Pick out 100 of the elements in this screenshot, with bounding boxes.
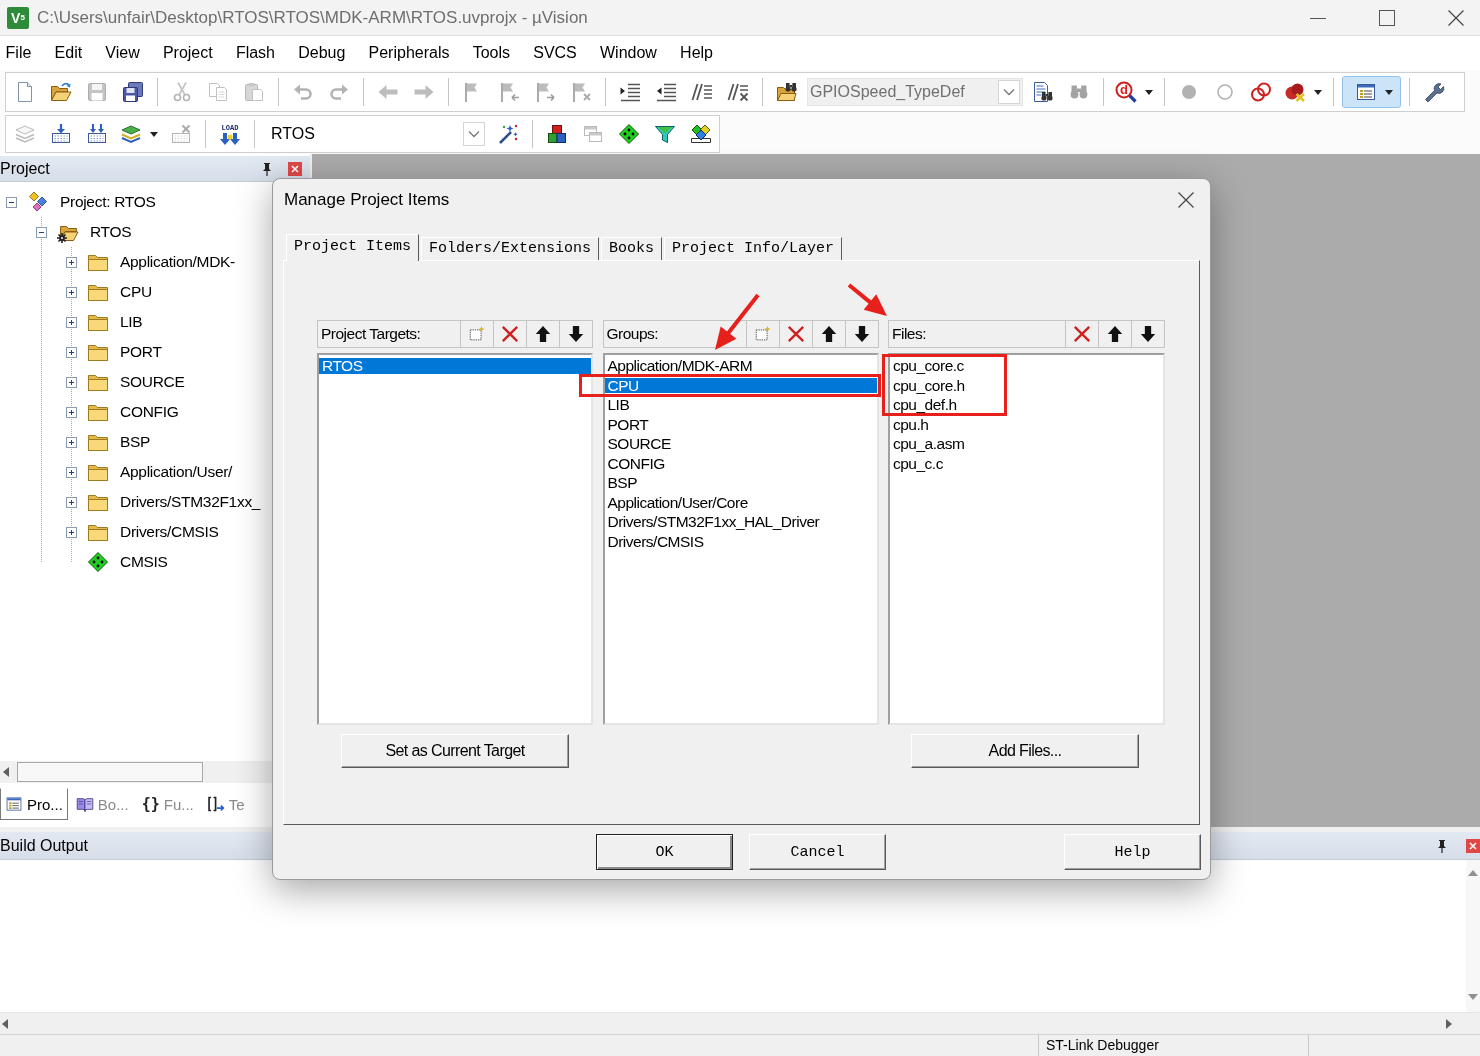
- minus-box-icon[interactable]: [5, 196, 17, 208]
- tab[interactable]: Folders/Extensions: [421, 237, 600, 260]
- list-item[interactable]: cpu.h: [890, 416, 931, 432]
- stacked-floppy-icon[interactable]: [122, 81, 144, 103]
- menu-item[interactable]: Debug: [286, 44, 357, 62]
- minus-box-icon[interactable]: [35, 226, 47, 238]
- close-icon[interactable]: [288, 161, 302, 176]
- left-triangle-icon[interactable]: [2, 1018, 8, 1029]
- wrench-icon[interactable]: [1423, 81, 1445, 103]
- list-item[interactable]: CPU: [604, 377, 877, 393]
- caret-icon[interactable]: [1385, 89, 1393, 95]
- tree-item[interactable]: Drivers/STM32F1xx_: [120, 493, 261, 511]
- tree-item[interactable]: RTOS: [90, 223, 132, 241]
- dialog-button[interactable]: Cancel: [749, 834, 886, 870]
- menu-item[interactable]: View: [93, 44, 152, 62]
- open-folder-icon[interactable]: [50, 81, 72, 103]
- list-item[interactable]: cpu_core.c: [890, 358, 966, 374]
- uncomment-slashes-icon[interactable]: [727, 81, 749, 103]
- dialog-button[interactable]: OK: [596, 834, 733, 870]
- double-circle-icon[interactable]: [1250, 81, 1272, 103]
- list-item[interactable]: RTOS: [319, 358, 591, 374]
- dialog-button[interactable]: Help: [1064, 834, 1201, 870]
- action-button[interactable]: Add Files...: [911, 734, 1139, 768]
- plus-box-icon[interactable]: [65, 286, 77, 298]
- left-triangle-icon[interactable]: [3, 767, 9, 777]
- menu-item[interactable]: Help: [668, 44, 725, 62]
- tree-item[interactable]: Project: RTOS: [60, 193, 156, 211]
- plus-box-icon[interactable]: [65, 406, 77, 418]
- menu-item[interactable]: Tools: [461, 44, 522, 62]
- scrollbar-thumb[interactable]: [17, 762, 203, 782]
- plus-box-icon[interactable]: [65, 316, 77, 328]
- plus-box-icon[interactable]: [65, 376, 77, 388]
- blocks-icon[interactable]: [546, 123, 568, 145]
- folder-binoculars-icon[interactable]: [776, 81, 798, 103]
- tree-item[interactable]: CMSIS: [120, 553, 168, 571]
- list-item[interactable]: Drivers/CMSIS: [604, 533, 706, 549]
- plus-box-icon[interactable]: [65, 526, 77, 538]
- list-item[interactable]: Drivers/STM32F1xx_HAL_Driver: [604, 514, 822, 530]
- window-list-icon[interactable]: [1355, 81, 1377, 103]
- list-item[interactable]: cpu_def.h: [890, 397, 959, 413]
- close-icon[interactable]: [1466, 838, 1480, 853]
- right-triangle-icon[interactable]: [1446, 1018, 1452, 1029]
- plus-box-icon[interactable]: [65, 256, 77, 268]
- menu-item[interactable]: Window: [588, 44, 669, 62]
- action-button[interactable]: Set as Current Target: [341, 734, 569, 768]
- magic-wand-icon[interactable]: [497, 123, 519, 145]
- menu-item[interactable]: File: [0, 44, 43, 62]
- tree-item[interactable]: SOURCE: [120, 373, 185, 391]
- down-triangle-icon[interactable]: [1468, 994, 1478, 1000]
- list-item[interactable]: cpu_a.asm: [890, 436, 967, 452]
- tab[interactable]: Books: [601, 237, 663, 260]
- blob-cross-icon[interactable]: [1284, 81, 1306, 103]
- tree-item[interactable]: Drivers/CMSIS: [120, 523, 219, 541]
- tree-item[interactable]: CPU: [120, 283, 152, 301]
- list-item[interactable]: CONFIG: [604, 455, 667, 471]
- menu-item[interactable]: Peripherals: [356, 44, 462, 62]
- list-item[interactable]: Application/User/Core: [604, 494, 750, 510]
- caret-icon[interactable]: [1314, 89, 1322, 95]
- layers-icon[interactable]: [120, 123, 142, 145]
- indent-lines-icon[interactable]: [619, 81, 641, 103]
- list-item[interactable]: cpu_c.c: [890, 455, 945, 471]
- tree-item[interactable]: PORT: [120, 343, 162, 361]
- toolbar-button[interactable]: [1342, 76, 1401, 108]
- list-item[interactable]: SOURCE: [604, 436, 673, 452]
- list-item[interactable]: PORT: [604, 416, 651, 432]
- pin-icon[interactable]: [261, 161, 273, 176]
- plus-box-icon[interactable]: [65, 466, 77, 478]
- tree-item[interactable]: Application/User/: [120, 463, 233, 481]
- download-tray-icon[interactable]: [50, 123, 72, 145]
- plus-box-icon[interactable]: [65, 496, 77, 508]
- menu-item[interactable]: SVCS: [521, 44, 589, 62]
- pin-icon[interactable]: [1436, 838, 1448, 853]
- plus-box-icon[interactable]: [65, 436, 77, 448]
- list-item[interactable]: LIB: [604, 397, 632, 413]
- diamond-tray-icon[interactable]: [690, 123, 712, 145]
- plus-box-icon[interactable]: [65, 346, 77, 358]
- menu-item[interactable]: Edit: [42, 44, 94, 62]
- double-download-tray-icon[interactable]: [86, 123, 108, 145]
- tree-item[interactable]: Application/MDK-: [120, 253, 235, 271]
- caret-icon[interactable]: [1145, 89, 1153, 95]
- funnel-icon[interactable]: [654, 123, 676, 145]
- list-item[interactable]: BSP: [604, 475, 639, 491]
- tree-item[interactable]: LIB: [120, 313, 143, 331]
- comment-slashes-icon[interactable]: [691, 81, 713, 103]
- menu-item[interactable]: Project: [151, 44, 225, 62]
- tab[interactable]: Project Items: [286, 234, 420, 261]
- outdent-lines-icon[interactable]: [655, 81, 677, 103]
- menu-item[interactable]: Flash: [224, 44, 287, 62]
- close-icon[interactable]: [1448, 9, 1464, 26]
- maximize-icon[interactable]: [1379, 9, 1395, 26]
- list-item[interactable]: Application/MDK-ARM: [604, 358, 755, 374]
- caret-icon[interactable]: [150, 131, 158, 137]
- load-arrows-icon[interactable]: [219, 132, 241, 145]
- panel-tab[interactable]: Pro...: [0, 788, 68, 820]
- diamond-icon[interactable]: [618, 123, 640, 145]
- panel-tab[interactable]: {} Fu...: [136, 788, 199, 820]
- document-binoculars-icon[interactable]: [1032, 81, 1054, 103]
- tree-item[interactable]: CONFIG: [120, 403, 179, 421]
- close-icon[interactable]: [1178, 191, 1194, 208]
- tab[interactable]: Project Info/Layer: [664, 237, 843, 260]
